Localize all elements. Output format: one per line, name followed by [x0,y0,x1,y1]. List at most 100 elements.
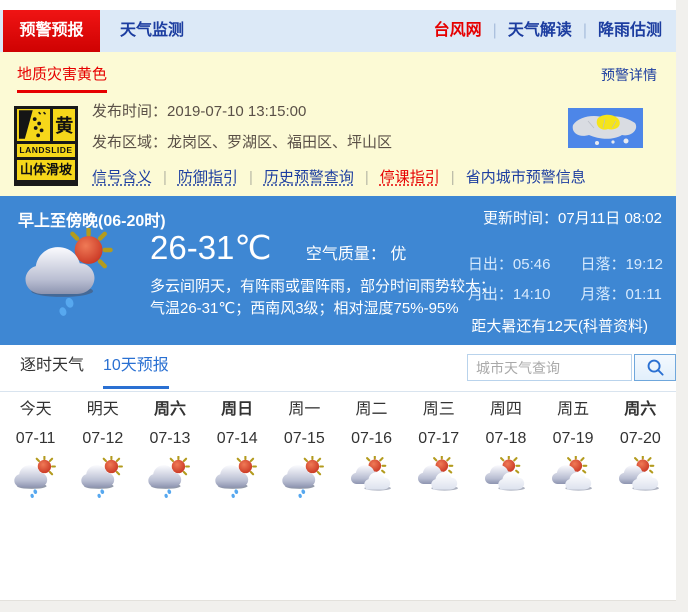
sunrise-label: 日出： [468,256,513,273]
cloudy-weather-icon [550,456,596,498]
divider: | [440,169,466,186]
forecast-day-label: 周六 [607,400,674,420]
link-history-query[interactable]: 历史预警查询 [264,169,354,186]
nav-tab-weather-monitor[interactable]: 天气监测 [120,10,184,52]
alert-links: 信号含义|防御指引|历史预警查询|停课指引|省内城市预警信息 [92,166,586,187]
forecast-column[interactable]: 周六 07-13 [136,400,203,503]
link-signal-meaning[interactable]: 信号含义 [92,169,152,186]
shower-weather-icon [281,456,327,498]
tab-ten-day-forecast[interactable]: 10天预报 [103,345,169,389]
moonset-label: 月落： [580,286,625,303]
publish-area-value: 龙岗区、罗湖区、福田区、坪山区 [167,134,392,151]
shower-weather-icon [214,456,260,498]
forecast-column[interactable]: 周三07-17 [405,400,472,503]
link-defense-guide[interactable]: 防御指引 [178,169,238,186]
forecast-column[interactable]: 周一 07-15 [271,400,338,503]
weather-warning-page: 预警预报 天气监测 台风网|天气解读|降雨估测 地质灾害黄色 预警详情 [0,0,688,612]
solar-term-note[interactable]: 距大暑还有12天(科普资料) [471,315,648,336]
ten-day-forecast-section: 今天07-11明天07-12周六07-13周日07-14周一07-15周二07-… [0,392,676,600]
forecast-day-label: 明天 [69,400,136,420]
forecast-date-label: 07-15 [271,429,338,449]
shower-weather-icon [80,456,126,498]
temperature-range: 26-31℃ [150,229,271,266]
forecast-column[interactable]: 周日 07-14 [204,400,271,503]
update-time: 更新时间：07月11日 08:02 [483,207,662,228]
landslide-warning-sign: 黄 LANDSLIDE 山体滑坡 [14,106,78,186]
forecast-day-label: 周二 [338,400,405,420]
forecast-column[interactable]: 周四 07-18 [472,400,539,503]
moonset-value: 01:11 [625,286,661,303]
sunrise-value: 05:46 [513,256,551,273]
alert-info: 发布时间：2019-07-10 13:15:00 发布区域：龙岗区、罗湖区、福田… [92,100,586,187]
moonrise-label: 月出： [468,286,513,303]
divider: | [152,169,178,186]
publish-time-value: 2019-07-10 13:15:00 [167,103,306,120]
forecast-date-label: 07-17 [405,429,472,449]
divider: | [238,169,264,186]
sign-label-cn: 山体滑坡 [17,160,75,180]
divider: | [354,169,380,186]
forecast-date-label: 07-16 [338,429,405,449]
weather-description-line1: 多云间阴天，有阵雨或雷阵雨，部分时间雨势较大； [150,276,495,298]
warning-area-map-thumbnail[interactable] [568,108,643,148]
cloudy-weather-icon [483,456,529,498]
forecast-column[interactable]: 明天 07-12 [69,400,136,503]
cloudy-weather-icon [416,456,462,498]
divider: | [482,22,508,39]
nav-link-typhoon[interactable]: 台风网 [434,22,482,39]
top-nav: 预警预报 天气监测 台风网|天气解读|降雨估测 [0,10,676,52]
shower-weather-icon [147,456,193,498]
moonrise-value: 14:10 [513,286,551,303]
sun-moon-times: 日出：05:46 日落：19:12 月出：14:10 月落：01:11 [468,253,663,313]
search-icon [646,358,665,377]
sunset-value: 19:12 [625,256,663,273]
alert-section: 地质灾害黄色 预警详情 黄 LANDSLIDE [0,52,676,196]
divider: | [572,22,598,39]
forecast-columns: 今天07-11明天07-12周六07-13周日07-14周一07-15周二07-… [2,400,674,503]
search-button[interactable] [634,354,676,381]
current-weather-panel: 早上至傍晚(06-20时) 更新时间：07月11日 08:02 26-31℃ 空… [0,196,676,345]
forecast-day-label: 今天 [2,400,69,420]
tab-hourly-weather[interactable]: 逐时天气 [20,345,84,389]
forecast-day-label: 周六 [136,400,203,420]
forecast-date-label: 07-12 [69,429,136,449]
forecast-column[interactable]: 周二 07-16 [338,400,405,503]
forecast-column[interactable]: 周五 07-19 [540,400,607,503]
nav-link-weather-explain[interactable]: 天气解读 [508,22,572,39]
sign-level-char: 黄 [53,109,75,141]
forecast-column[interactable]: 今天 07-11 [2,400,69,503]
forecast-date-label: 07-19 [540,429,607,449]
sign-label-en: LANDSLIDE [17,144,75,157]
nav-links: 台风网|天气解读|降雨估测 [434,10,662,52]
publish-time-label: 发布时间： [92,103,167,120]
cloudy-weather-icon [617,456,663,498]
link-class-suspension[interactable]: 停课指引 [380,169,440,186]
forecast-day-label: 周一 [271,400,338,420]
forecast-day-label: 周四 [472,400,539,420]
nav-link-rain-estimate[interactable]: 降雨估测 [598,22,662,39]
city-weather-search-input[interactable] [467,354,632,381]
aqi-label: 空气质量： [306,246,386,263]
sunset-label: 日落： [580,256,625,273]
current-weather-icon [22,228,120,316]
publish-area-label: 发布区域： [92,134,167,151]
forecast-date-label: 07-20 [607,429,674,449]
aqi-value: 优 [390,246,406,263]
landslide-pictogram-icon [17,109,50,141]
alert-details-link[interactable]: 预警详情 [601,65,657,85]
alert-tab-geo-yellow[interactable]: 地质灾害黄色 [17,63,107,93]
forecast-tabbar: 逐时天气 10天预报 [0,345,676,392]
link-province-warnings[interactable]: 省内城市预警信息 [466,169,586,186]
forecast-date-label: 07-11 [2,429,69,449]
shower-weather-icon [13,456,59,498]
forecast-date-label: 07-13 [136,429,203,449]
nav-tab-warning-forecast[interactable]: 预警预报 [3,10,100,52]
forecast-day-label: 周日 [204,400,271,420]
weather-description-line2: 气温26-31℃；西南风3级；相对湿度75%-95% [150,298,495,320]
current-weather-main: 26-31℃ 空气质量： 优 多云间阴天，有阵雨或雷阵雨，部分时间雨势较大； 气… [150,228,495,320]
forecast-day-label: 周五 [540,400,607,420]
forecast-date-label: 07-18 [472,429,539,449]
forecast-column[interactable]: 周六 07-20 [607,400,674,503]
forecast-date-label: 07-14 [204,429,271,449]
right-gutter [676,0,688,612]
